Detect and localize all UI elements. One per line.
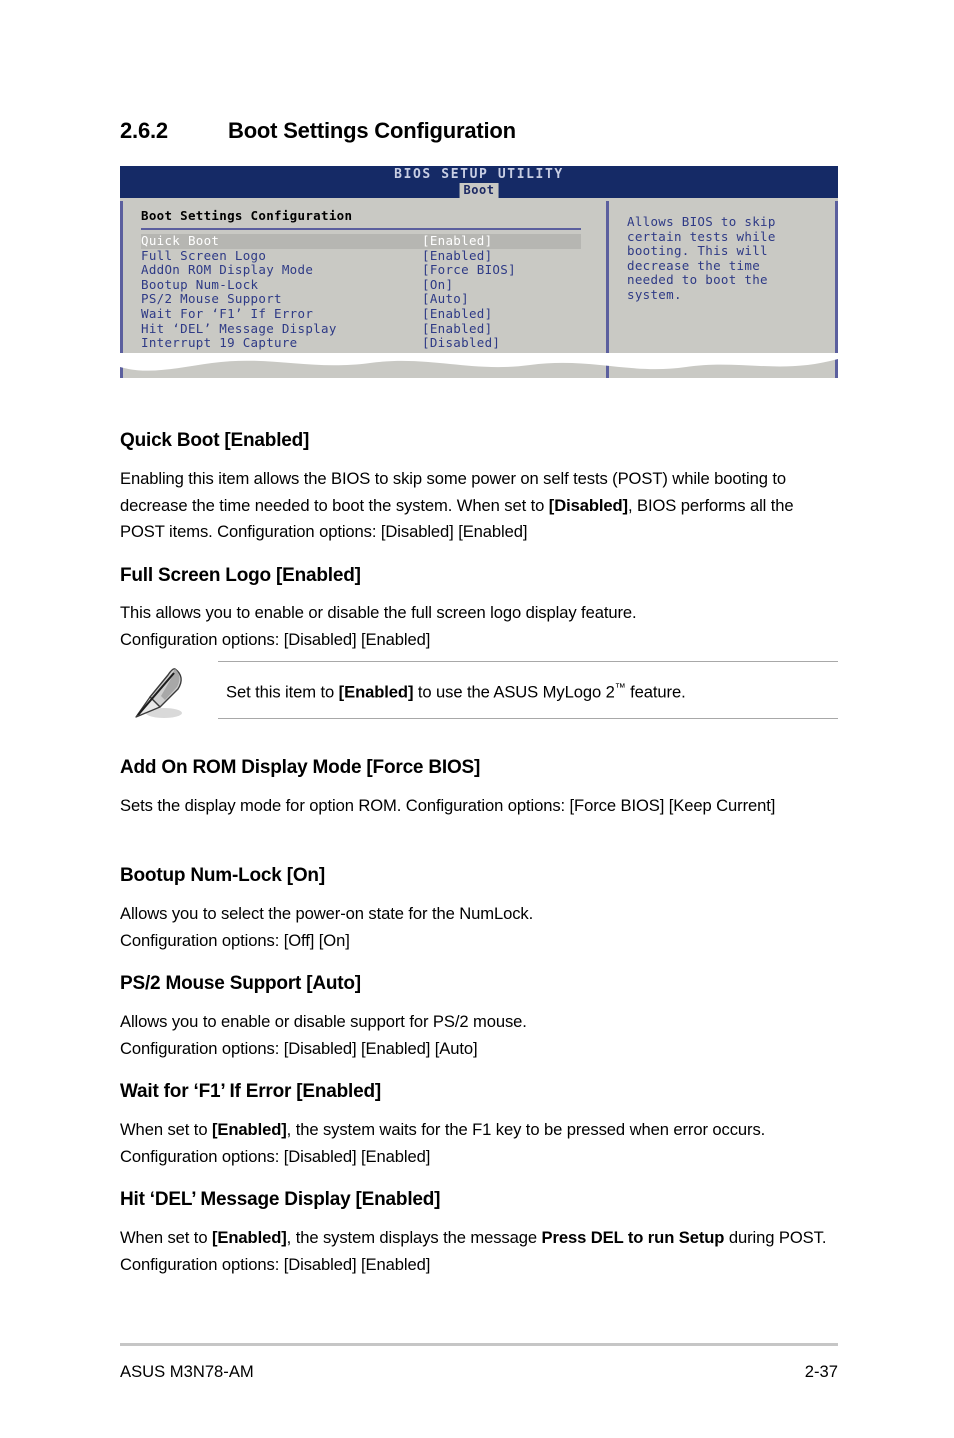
note-text: Set this item to [Enabled] to use the AS…	[226, 681, 686, 702]
bios-setting-row[interactable]: AddOn ROM Display Mode [Force BIOS]	[141, 263, 581, 278]
bios-utility-title: BIOS SETUP UTILITY	[394, 167, 564, 182]
footer-divider	[120, 1343, 838, 1346]
bios-header-bar: BIOS SETUP UTILITY Boot	[120, 166, 838, 198]
bios-setting-value[interactable]: [Enabled]	[422, 233, 581, 249]
bios-setting-row[interactable]: Interrupt 19 Capture [Disabled]	[141, 336, 581, 351]
bios-tab-boot[interactable]: Boot	[459, 183, 499, 198]
bios-setting-value[interactable]: [Enabled]	[422, 321, 581, 337]
bios-setting-value[interactable]: [Force BIOS]	[422, 263, 581, 278]
note-box: Set this item to [Enabled] to use the AS…	[120, 661, 838, 723]
bios-help-text: Allows BIOS to skip certain tests while …	[627, 214, 776, 302]
bios-setting-row[interactable]: Hit ‘DEL’ Message Display [Enabled]	[141, 320, 581, 337]
bios-setting-row[interactable]: Bootup Num-Lock [On]	[141, 276, 581, 293]
bios-setting-value[interactable]: [Enabled]	[422, 306, 581, 322]
bios-divider	[141, 228, 581, 230]
bios-setting-label: Quick Boot	[141, 233, 220, 248]
heading-full-screen-logo: Full Screen Logo [Enabled]	[120, 565, 361, 586]
bios-settings-list: Quick Boot [Enabled] Full Screen Logo [Enab…	[141, 233, 606, 351]
bios-setting-row[interactable]: PS/2 Mouse Support [Auto]	[141, 292, 581, 307]
pencil-note-icon	[135, 668, 182, 718]
bios-setting-label: AddOn ROM Display Mode	[141, 262, 314, 278]
footer-page-number: 2-37	[804, 1362, 838, 1381]
bios-help-panel: Allows BIOS to skip certain tests while …	[609, 201, 838, 378]
page-title: Boot Settings Configuration	[228, 118, 516, 143]
body-ps2-mouse-support: Allows you to enable or disable support …	[120, 1012, 527, 1058]
bios-setting-label: Full Screen Logo	[141, 247, 267, 263]
body-addon-rom-display-mode: Sets the display mode for option ROM. Co…	[120, 796, 776, 815]
heading-quick-boot: Quick Boot [Enabled]	[120, 430, 310, 451]
bios-body: Boot Settings Configuration Quick Boot [E…	[120, 198, 838, 378]
heading-bootup-num-lock: Bootup Num-Lock [On]	[120, 865, 325, 886]
heading-hit-del-message-display: Hit ‘DEL’ Message Display [Enabled]	[120, 1189, 441, 1210]
bios-panel-title: Boot Settings Configuration	[141, 208, 353, 223]
bios-settings-panel: Boot Settings Configuration Quick Boot [E…	[120, 201, 609, 378]
bios-setting-label: Bootup Num-Lock	[141, 276, 259, 292]
bios-setting-row[interactable]: Wait For ‘F1’ If Error [Enabled]	[141, 305, 581, 322]
body-full-screen-logo: This allows you to enable or disable the…	[120, 603, 637, 649]
bios-setting-row[interactable]: Full Screen Logo [Enabled]	[141, 247, 581, 264]
heading-ps2-mouse-support: PS/2 Mouse Support [Auto]	[120, 973, 361, 994]
bios-setting-label: Wait For ‘F1’ If Error	[141, 305, 314, 321]
note-body: Set this item to [Enabled] to use the AS…	[218, 661, 838, 719]
bios-setting-value[interactable]: [On]	[422, 277, 581, 293]
document-page: 2.6.2 Boot Settings Configuration BIOS S…	[0, 0, 954, 1438]
bios-setting-label: Hit ‘DEL’ Message Display	[141, 320, 337, 336]
bios-screenshot-figure: BIOS SETUP UTILITY Boot Boot Settings Co…	[120, 166, 844, 378]
bios-setting-row[interactable]: Quick Boot [Enabled]	[141, 233, 581, 249]
bios-setting-value[interactable]: [Auto]	[422, 292, 581, 307]
bios-setting-value[interactable]: [Enabled]	[422, 248, 581, 264]
bios-setting-label: PS/2 Mouse Support	[141, 291, 282, 307]
body-quick-boot: Enabling this item allows the BIOS to sk…	[120, 469, 794, 541]
body-hit-del-message-display: When set to [Enabled], the system displa…	[120, 1228, 827, 1274]
body-bootup-num-lock: Allows you to select the power-on state …	[120, 904, 534, 950]
body-wait-for-f1-if-error: When set to [Enabled], the system waits …	[120, 1120, 766, 1166]
bios-setting-label: Interrupt 19 Capture	[141, 335, 298, 351]
bios-setting-value[interactable]: [Disabled]	[422, 336, 581, 351]
heading-addon-rom-display-mode: Add On ROM Display Mode [Force BIOS]	[120, 757, 481, 778]
section-heading: 2.6.2 Boot Settings Configuration	[120, 118, 840, 144]
section-number: 2.6.2	[120, 118, 168, 143]
heading-wait-for-f1-if-error: Wait for ‘F1’ If Error [Enabled]	[120, 1081, 382, 1102]
